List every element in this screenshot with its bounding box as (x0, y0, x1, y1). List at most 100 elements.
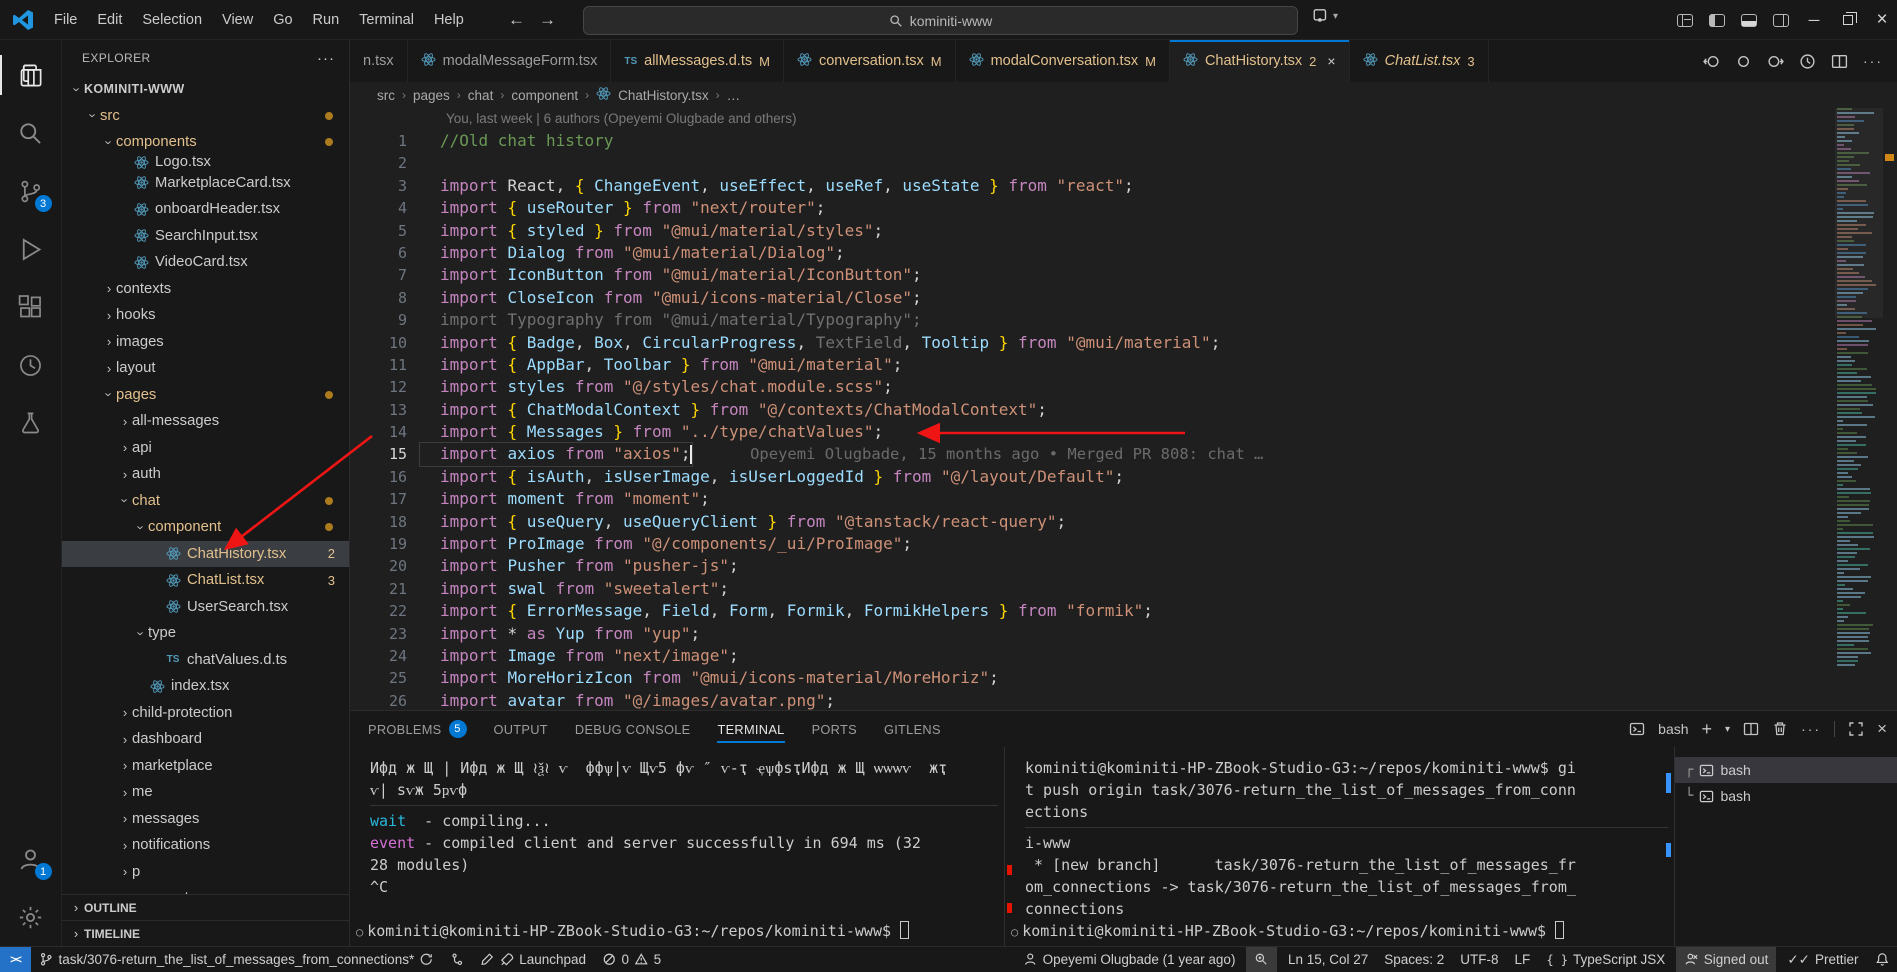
split-editor-icon[interactable] (1831, 53, 1848, 70)
code-line-2[interactable]: 2 (350, 152, 1897, 174)
customize-layout-icon[interactable] (1677, 14, 1693, 27)
terminal-list-item[interactable]: └bash (1675, 783, 1897, 809)
code-line-5[interactable]: 5import { styled } from "@mui/material/s… (350, 220, 1897, 242)
prettier-item[interactable]: ✓✓ Prettier (1779, 947, 1866, 972)
tab-chatlist-tsx[interactable]: ChatList.tsx3 (1350, 40, 1489, 82)
code-line-11[interactable]: 11import { AppBar, Toolbar } from "@mui/… (350, 354, 1897, 376)
tree-item-chatvalues-d-ts[interactable]: TSchatValues.d.ts (62, 647, 349, 674)
gitlens-graph-item[interactable] (442, 947, 473, 972)
tree-item-contexts[interactable]: ›contexts (62, 276, 349, 303)
code-line-26[interactable]: 26import avatar from "@/images/avatar.pn… (350, 690, 1897, 710)
code-line-16[interactable]: 16import { isAuth, isUserImage, isUserLo… (350, 466, 1897, 488)
tab-modalconversation-tsx[interactable]: modalConversation.tsxM (956, 40, 1170, 82)
code-line-17[interactable]: 17import moment from "moment"; (350, 488, 1897, 510)
panel-tab-debug-console[interactable]: DEBUG CONSOLE (575, 711, 691, 747)
code-line-3[interactable]: 3import React, { ChangeEvent, useEffect,… (350, 175, 1897, 197)
tree-item-chathistory-tsx[interactable]: ChatHistory.tsx2 (62, 541, 349, 568)
breadcrumb-file[interactable]: ChatHistory.tsx (618, 88, 709, 103)
code-line-1[interactable]: 1//Old chat history (350, 130, 1897, 152)
tree-item-type[interactable]: ›type (62, 620, 349, 647)
tree-item-index-tsx[interactable]: index.tsx (62, 673, 349, 700)
encoding-item[interactable]: UTF-8 (1452, 947, 1506, 972)
eol-item[interactable]: LF (1507, 947, 1539, 972)
code-line-12[interactable]: 12import styles from "@/styles/chat.modu… (350, 376, 1897, 398)
tab-n-tsx[interactable]: n.tsx (350, 40, 408, 82)
launchpad-item[interactable]: Launchpad (472, 947, 594, 972)
close-tab-icon[interactable]: × (1327, 53, 1335, 69)
minimize-button[interactable]: ─ (1799, 0, 1829, 40)
tree-item-marketplacecard-tsx[interactable]: MarketplaceCard.tsx (62, 170, 349, 197)
restore-button[interactable] (1833, 0, 1863, 40)
panel-tab-output[interactable]: OUTPUT (494, 711, 548, 747)
tree-item-notifications[interactable]: ›notifications (62, 832, 349, 859)
activity-search-icon[interactable] (0, 104, 62, 162)
panel-tab-gitlens[interactable]: GITLENS (884, 711, 941, 747)
tree-item-pages[interactable]: ›pages (62, 382, 349, 409)
code-line-24[interactable]: 24import Image from "next/image"; (350, 645, 1897, 667)
menu-view[interactable]: View (212, 7, 263, 33)
panel-more-icon[interactable]: ··· (1801, 721, 1821, 737)
sidebar-section-timeline[interactable]: ›TIMELINE (62, 920, 349, 946)
minimap[interactable] (1835, 108, 1883, 708)
tree-item-marketplace[interactable]: ›marketplace (62, 753, 349, 780)
remote-indicator[interactable]: >< (0, 947, 31, 972)
tree-item-kominiti-www[interactable]: ›KOMINITI-WWW (62, 76, 349, 103)
code-line-7[interactable]: 7import IconButton from "@mui/material/I… (350, 264, 1897, 286)
open-previous-change-icon[interactable] (1703, 53, 1720, 70)
open-changes-icon[interactable] (1735, 53, 1752, 70)
tree-item-all-messages[interactable]: ›all-messages (62, 408, 349, 435)
tree-item-logo-tsx[interactable]: Logo.tsx (62, 156, 349, 170)
terminal-pane-right[interactable]: kominiti@kominiti-HP-ZBook-Studio-G3:~/r… (1005, 747, 1675, 946)
code-line-21[interactable]: 21import swal from "sweetalert"; (350, 578, 1897, 600)
signed-out-item[interactable]: Signed out (1676, 947, 1776, 972)
tab-conversation-tsx[interactable]: conversation.tsxM (784, 40, 956, 82)
tree-item-me[interactable]: ›me (62, 779, 349, 806)
toggle-panel-icon[interactable] (1741, 14, 1757, 27)
tree-item-searchinput-tsx[interactable]: SearchInput.tsx (62, 223, 349, 250)
activity-history-icon[interactable] (0, 336, 62, 394)
code-line-10[interactable]: 10import { Badge, Box, CircularProgress,… (350, 332, 1897, 354)
breadcrumb-item[interactable]: src (377, 88, 395, 103)
terminal-profile-label[interactable]: bash (1658, 721, 1688, 737)
activity-run-debug-icon[interactable] (0, 220, 62, 278)
code-line-8[interactable]: 8import CloseIcon from "@mui/icons-mater… (350, 287, 1897, 309)
menu-file[interactable]: File (44, 7, 87, 33)
screencast-toolbar[interactable]: ▾ (1312, 7, 1338, 25)
kill-terminal-icon[interactable] (1772, 721, 1788, 737)
menu-help[interactable]: Help (424, 7, 474, 33)
profile-dropdown-icon[interactable]: ▾ (1725, 724, 1730, 735)
activity-accounts-icon[interactable]: 1 (0, 830, 62, 888)
code-line-4[interactable]: 4import { useRouter } from "next/router"… (350, 197, 1897, 219)
panel-tab-terminal[interactable]: TERMINAL (717, 711, 784, 747)
tree-item-child-protection[interactable]: ›child-protection (62, 700, 349, 727)
toggle-sidebar-icon[interactable] (1709, 14, 1725, 27)
code-line-19[interactable]: 19import ProImage from "@/components/_ui… (350, 533, 1897, 555)
code-editor[interactable]: You, last week | 6 authors (Opeyemi Olug… (350, 108, 1897, 710)
tree-item-auth[interactable]: ›auth (62, 461, 349, 488)
tree-item-onboardheader-tsx[interactable]: onboardHeader.tsx (62, 196, 349, 223)
zoom-status-item[interactable] (1246, 947, 1277, 972)
nav-back-icon[interactable]: ← (508, 10, 525, 30)
maximize-panel-icon[interactable] (1848, 721, 1864, 737)
more-actions-icon[interactable]: ··· (1863, 53, 1883, 69)
gitlens-authors-lens[interactable]: You, last week | 6 authors (Opeyemi Olug… (446, 108, 1897, 130)
menu-edit[interactable]: Edit (87, 7, 132, 33)
code-line-20[interactable]: 20import Pusher from "pusher-js"; (350, 555, 1897, 577)
code-line-18[interactable]: 18import { useQuery, useQueryClient } fr… (350, 511, 1897, 533)
menu-selection[interactable]: Selection (132, 7, 212, 33)
tree-item-images[interactable]: ›images (62, 329, 349, 356)
breadcrumb-tail[interactable]: … (727, 88, 741, 103)
tree-item-layout[interactable]: ›layout (62, 355, 349, 382)
split-terminal-icon[interactable] (1743, 721, 1759, 737)
menu-run[interactable]: Run (303, 7, 350, 33)
menu-terminal[interactable]: Terminal (349, 7, 424, 33)
notifications-item[interactable] (1867, 947, 1897, 972)
activity-testing-icon[interactable] (0, 394, 62, 452)
code-line-6[interactable]: 6import Dialog from "@mui/material/Dialo… (350, 242, 1897, 264)
close-panel-icon[interactable]: × (1877, 719, 1887, 739)
tree-item-dashboard[interactable]: ›dashboard (62, 726, 349, 753)
indentation-item[interactable]: Spaces: 2 (1376, 947, 1452, 972)
terminal-list-item[interactable]: ┌bash (1675, 757, 1897, 783)
panel-tab-problems[interactable]: PROBLEMS5 (368, 711, 467, 747)
breadcrumb-item[interactable]: component (511, 88, 578, 103)
